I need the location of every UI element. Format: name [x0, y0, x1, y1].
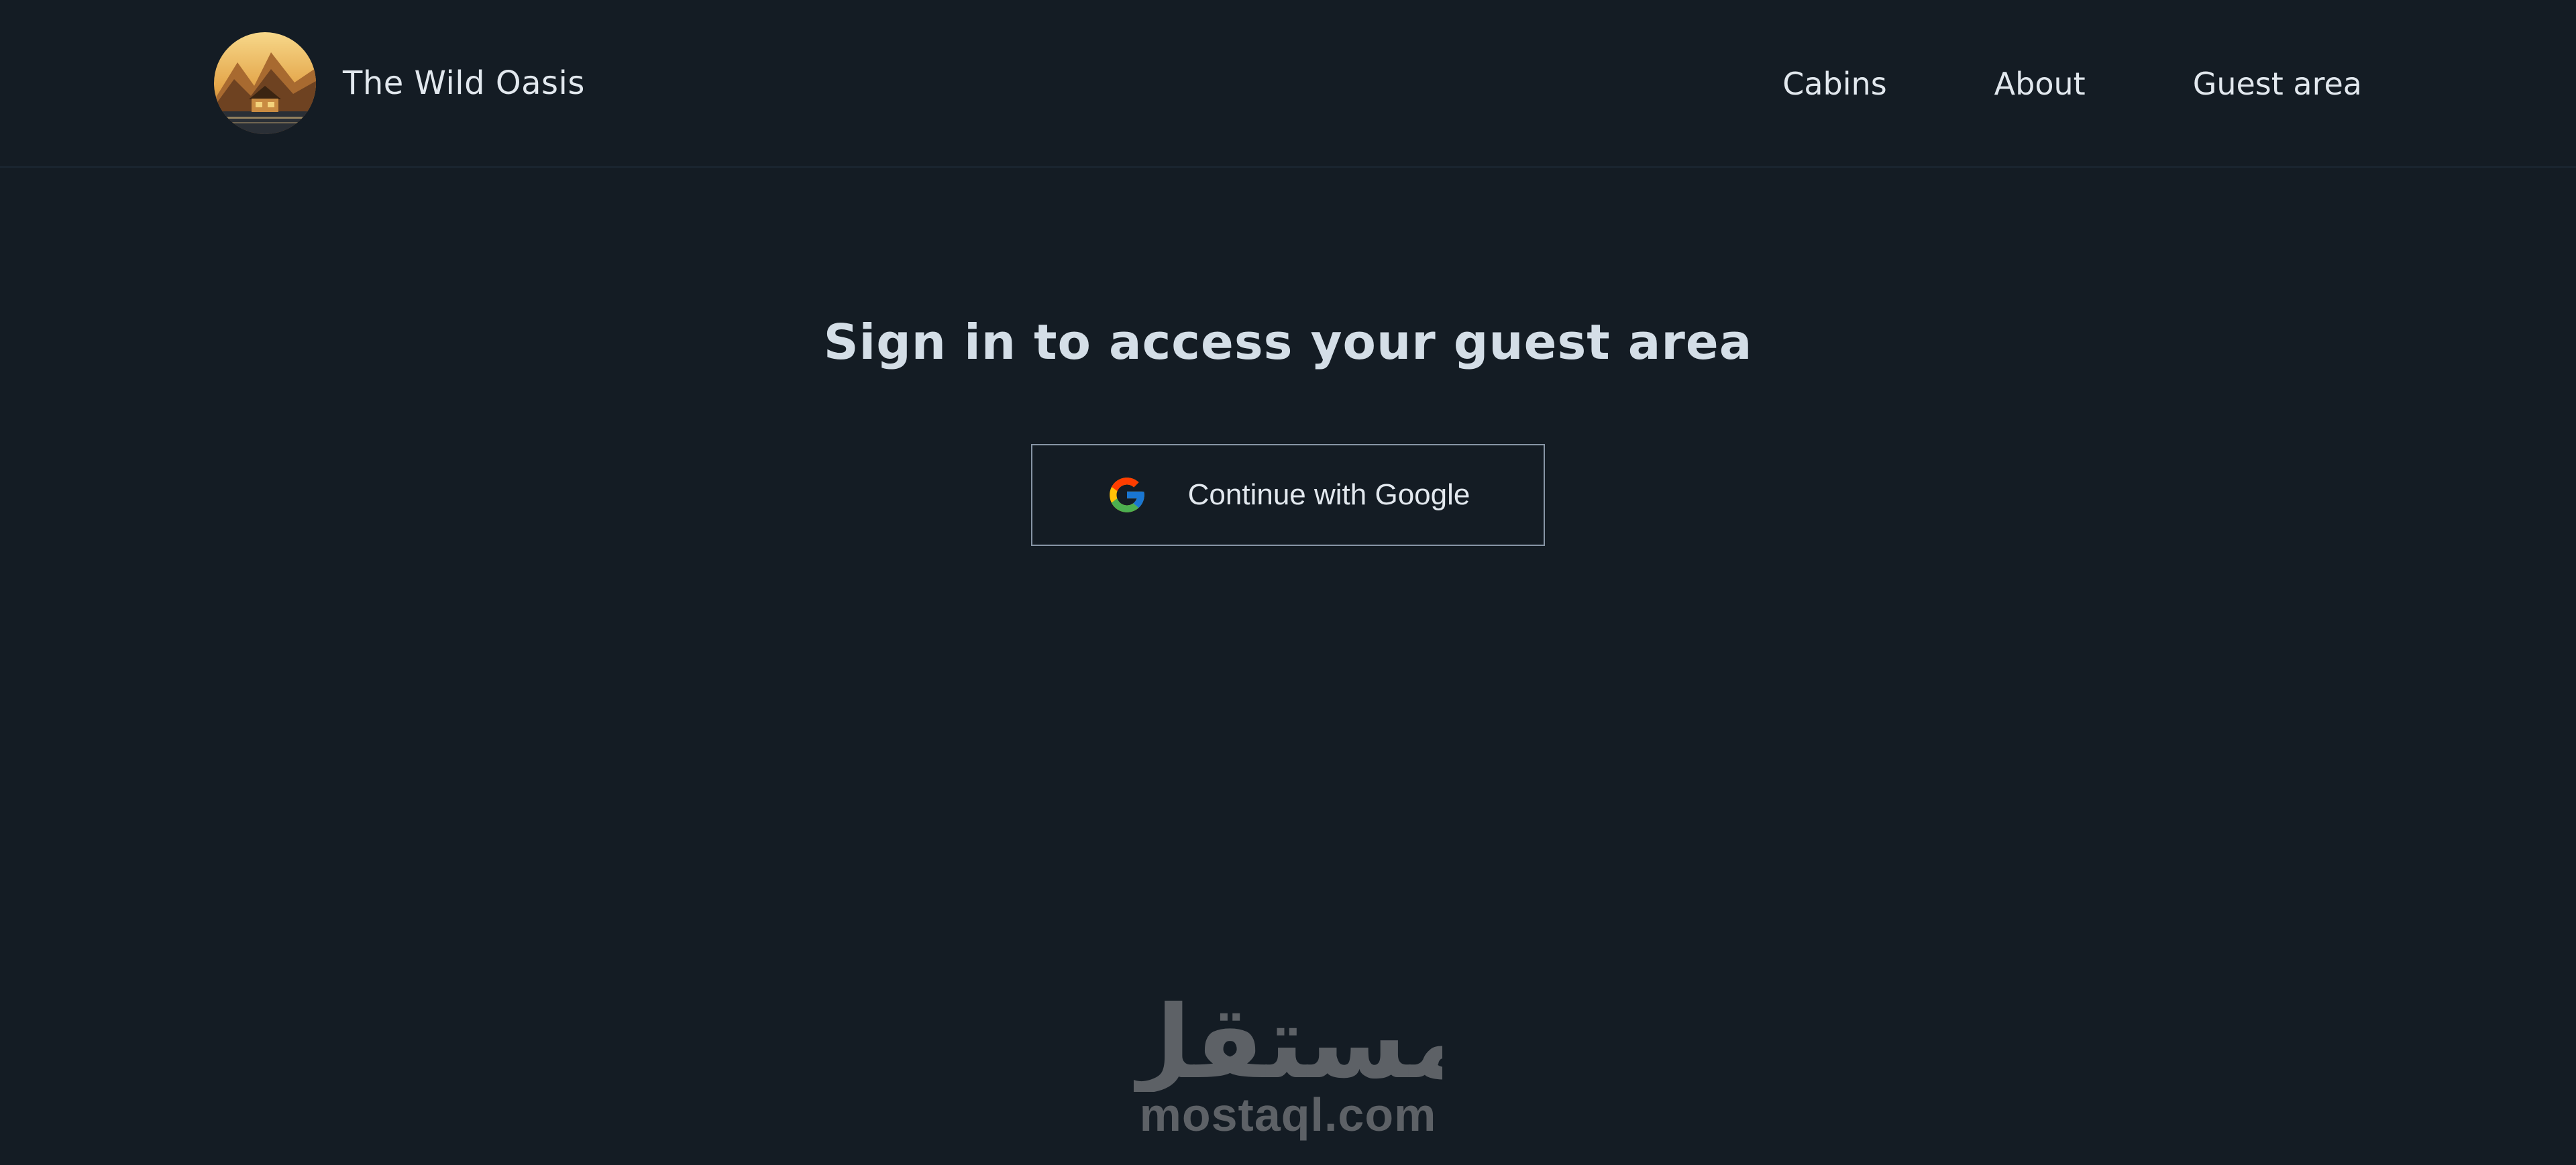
- site-header: The Wild Oasis Cabins About Guest area: [0, 0, 2576, 168]
- watermark-text: mostaql.com: [1139, 1089, 1437, 1141]
- watermark-arabic-logo: مستقل: [1134, 991, 1442, 1092]
- continue-with-google-button[interactable]: Continue with Google: [1031, 444, 1545, 546]
- google-icon: [1109, 478, 1144, 512]
- brand-name: The Wild Oasis: [343, 64, 585, 102]
- main-nav: Cabins About Guest area: [1782, 0, 2362, 168]
- watermark: مستقل mostaql.com: [1134, 991, 1442, 1142]
- nav-about[interactable]: About: [1994, 66, 2086, 102]
- nav-cabins[interactable]: Cabins: [1782, 66, 1886, 102]
- logo-link[interactable]: The Wild Oasis: [214, 32, 585, 134]
- page-title: Sign in to access your guest area: [823, 314, 1753, 370]
- nav-guest-area[interactable]: Guest area: [2193, 66, 2362, 102]
- svg-text:مستقل: مستقل: [1134, 991, 1442, 1092]
- google-button-label: Continue with Google: [1187, 478, 1470, 511]
- logo-icon: [214, 32, 316, 134]
